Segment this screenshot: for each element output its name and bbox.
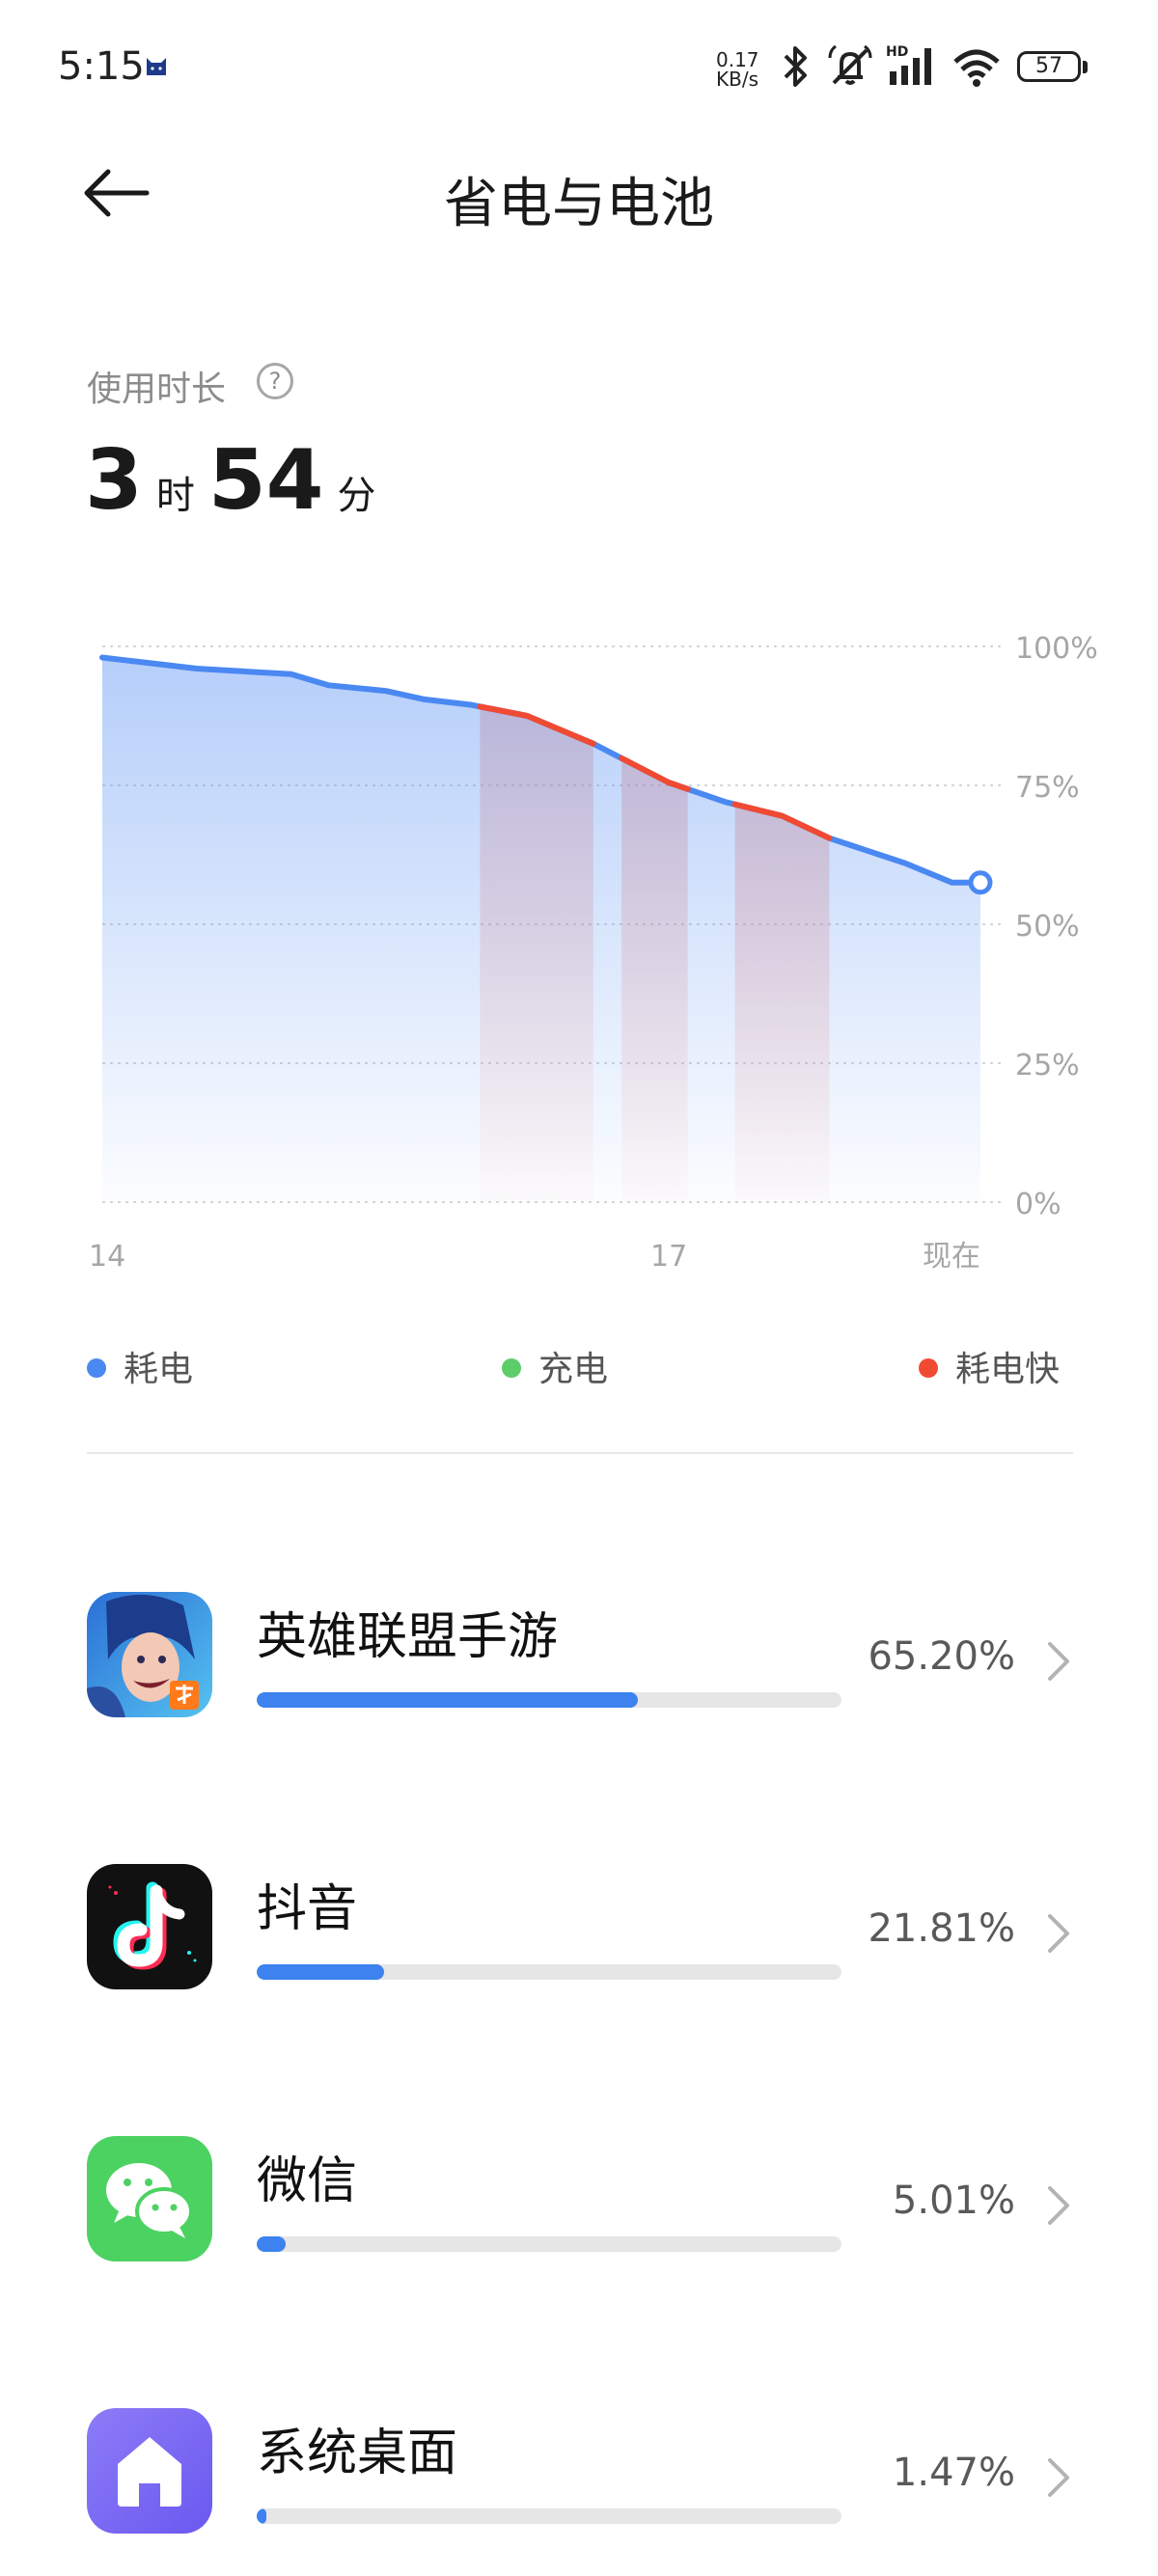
usage-hours: 3 (85, 432, 143, 529)
usage-bar-fill (257, 2236, 287, 2252)
speed-value: 0.17 (716, 48, 759, 71)
help-icon[interactable]: ? (257, 363, 293, 399)
signal-icon: HD (884, 42, 940, 95)
chevron-right-icon (1044, 1912, 1073, 1959)
chevron-right-icon (1044, 2184, 1073, 2231)
usage-label: 使用时长 (87, 370, 227, 409)
usage-bar (257, 2508, 841, 2524)
wifi-icon (951, 42, 1002, 95)
y-tick-label: 50% (1015, 910, 1080, 944)
legend-drain-dot (87, 1358, 106, 1378)
wechat-icon (87, 2136, 212, 2261)
app-name: 系统桌面 (257, 2425, 458, 2482)
legend-fast-drain-dot (919, 1358, 938, 1378)
legend-fast-drain: 耗电快 (919, 1341, 1060, 1389)
usage-bar (257, 1964, 841, 1980)
battery-level-chart: 100% 75% 50% 25% 0% 14 17 现在 (89, 632, 1098, 1274)
app-percent: 65.20% (868, 1634, 1015, 1679)
y-tick-label: 25% (1015, 1049, 1080, 1082)
page-title: 省电与电池 (444, 173, 714, 235)
bluetooth-icon (778, 42, 813, 95)
status-bar: 5:15 0.17 KB/s HD 57 (0, 0, 1158, 135)
legend-drain-label: 耗电 (124, 1350, 194, 1389)
app-row-lol[interactable]: 英雄联盟手游 65.20% (0, 1592, 1158, 1785)
legend-charge-label: 充电 (538, 1350, 609, 1389)
hd-badge: HD (886, 44, 908, 60)
usage-bar (257, 2236, 841, 2252)
battery-icon: 57 (1017, 51, 1081, 82)
legend-charge-dot (502, 1358, 521, 1378)
usage-hours-unit: 时 (155, 474, 195, 518)
app-name: 抖音 (257, 1880, 358, 1938)
battery-tip (1083, 61, 1088, 73)
y-tick-label: 100% (1015, 632, 1098, 666)
divider (87, 1452, 1073, 1454)
usage-duration: 3 时 54 分 (85, 432, 390, 529)
current-level-marker (968, 870, 993, 895)
app-percent: 5.01% (892, 2179, 1015, 2223)
app-name: 英雄联盟手游 (257, 1608, 559, 1666)
legend-charge: 充电 (502, 1341, 608, 1389)
lol-icon (87, 1592, 212, 1717)
usage-minutes: 54 (207, 432, 324, 529)
battery-level: 57 (1035, 54, 1062, 78)
y-tick-label: 75% (1015, 771, 1080, 805)
usage-bar-fill (257, 2508, 266, 2524)
app-percent: 21.81% (868, 1906, 1015, 1951)
legend-drain: 耗电 (87, 1341, 193, 1389)
usage-bar-fill (257, 1964, 385, 1980)
app-name: 微信 (257, 2152, 358, 2210)
network-speed: 0.17 KB/s (716, 50, 759, 89)
cat-icon (145, 56, 168, 81)
douyin-icon (87, 1864, 212, 1989)
chevron-right-icon (1044, 1640, 1073, 1686)
legend-fast-drain-label: 耗电快 (955, 1350, 1061, 1389)
app-row-launcher[interactable]: 系统桌面 1.47% (0, 2408, 1158, 2576)
battery-page: 5:15 0.17 KB/s HD 57 省电与电池 使用时长 ? 3 时 54… (0, 0, 1158, 2576)
home-icon (87, 2408, 212, 2534)
app-row-wechat[interactable]: 微信 5.01% (0, 2136, 1158, 2329)
speed-unit: KB/s (716, 68, 758, 91)
mute-icon (826, 42, 874, 95)
status-time: 5:15 (58, 44, 145, 89)
x-tick-label: 现在 (923, 1240, 980, 1274)
y-tick-label: 0% (1015, 1188, 1062, 1221)
usage-minutes-unit: 分 (337, 474, 376, 518)
drain-area (102, 657, 980, 1202)
usage-bar-fill (257, 1692, 639, 1708)
x-tick-label: 17 (650, 1240, 687, 1274)
usage-bar (257, 1692, 841, 1708)
x-tick-label: 14 (89, 1240, 125, 1274)
app-row-douyin[interactable]: 抖音 21.81% (0, 1864, 1158, 2057)
app-percent: 1.47% (892, 2451, 1015, 2495)
chevron-right-icon (1044, 2456, 1073, 2503)
